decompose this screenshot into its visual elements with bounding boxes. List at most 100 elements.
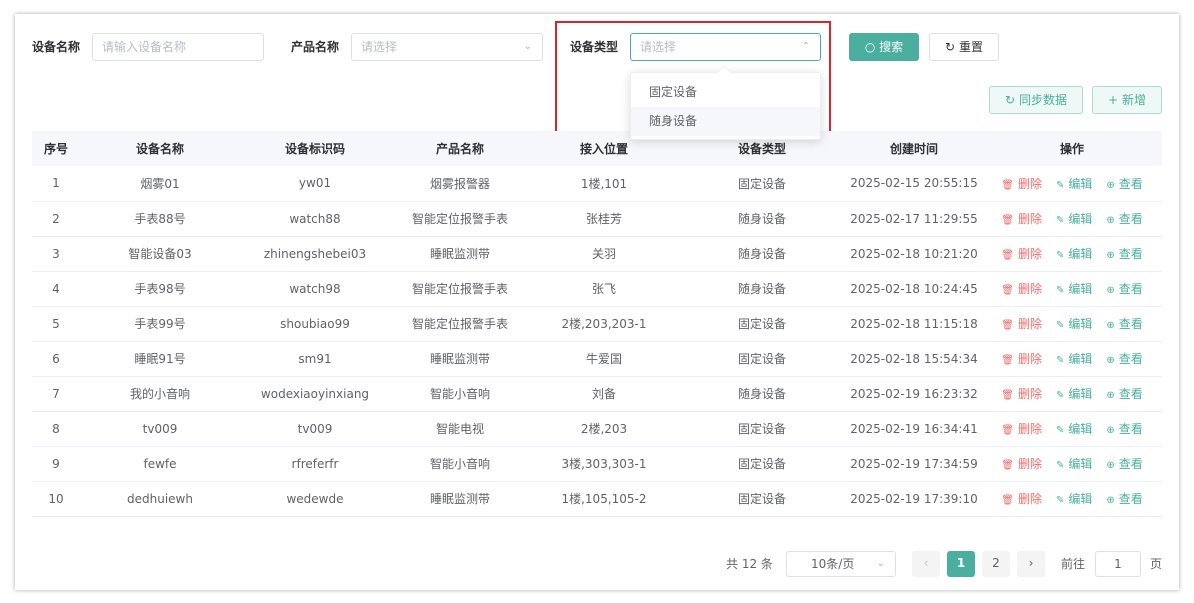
product-name-placeholder: 请选择	[361, 40, 398, 54]
view-button-label: 查看	[1118, 247, 1143, 261]
delete-button-label: 删除	[1017, 422, 1042, 436]
row-index: 6	[32, 341, 80, 377]
device-id-cell: watch98	[240, 271, 390, 307]
actions-cell: 🗑 删除 ✎ 编辑 ⊕ 查看	[982, 376, 1162, 412]
actions-cell: 🗑 删除 ✎ 编辑 ⊕ 查看	[982, 481, 1162, 517]
device-id-cell: wodexiaoyinxiang	[240, 376, 390, 412]
edit-button[interactable]: ✎ 编辑	[1056, 245, 1092, 262]
edit-icon: ✎	[1055, 215, 1065, 226]
delete-button[interactable]: 🗑 删除	[1001, 245, 1042, 262]
device-type-cell: 固定设备	[678, 341, 846, 377]
goto-page-value: 1	[1114, 557, 1122, 571]
delete-button[interactable]: 🗑 删除	[1001, 455, 1042, 472]
delete-button[interactable]: 🗑 删除	[1001, 175, 1042, 192]
goto-label: 前往	[1061, 557, 1086, 571]
delete-button-label: 删除	[1017, 247, 1042, 261]
device-type-cell: 固定设备	[678, 446, 846, 482]
reset-button[interactable]: ↻ 重置	[929, 33, 999, 61]
actions-cell: 🗑 删除 ✎ 编辑 ⊕ 查看	[982, 166, 1162, 202]
edit-button[interactable]: ✎ 编辑	[1056, 210, 1092, 227]
table-row: 3 智能设备03 zhinengshebei03 睡眠监测带 关羽 随身设备 2025-02…	[32, 236, 1162, 272]
product-name-cell: 智能小音响	[390, 446, 530, 482]
search-button[interactable]: ○ 搜索	[849, 33, 919, 61]
row-index: 1	[32, 166, 80, 202]
dropdown-option-portable[interactable]: 随身设备	[631, 107, 820, 136]
edit-button[interactable]: ✎ 编辑	[1056, 175, 1092, 192]
dropdown-option-fixed[interactable]: 固定设备	[631, 78, 820, 107]
created-time-cell: 2025-02-18 10:21:20	[846, 236, 982, 272]
chevron-up-icon: ⌃	[801, 41, 810, 52]
device-type-select[interactable]: 请选择 ⌃	[630, 33, 821, 61]
view-button[interactable]: ⊕ 查看	[1106, 385, 1142, 402]
product-name-cell: 智能电视	[390, 411, 530, 447]
row-actions: 🗑 删除 ✎ 编辑 ⊕ 查看	[982, 175, 1162, 192]
refresh-icon: ↻	[945, 40, 956, 54]
delete-button-label: 删除	[1017, 282, 1042, 296]
created-time-cell: 2025-02-19 16:23:32	[846, 376, 982, 412]
device-type-cell: 固定设备	[678, 481, 846, 517]
actions-cell: 🗑 删除 ✎ 编辑 ⊕ 查看	[982, 446, 1162, 482]
delete-button-label: 删除	[1017, 212, 1042, 226]
created-time-cell: 2025-02-18 11:15:18	[846, 306, 982, 342]
trash-icon: 🗑	[1001, 390, 1014, 401]
table-row: 7 我的小音响 wodexiaoyinxiang 智能小音响 刘备 随身设备 2025-02…	[32, 376, 1162, 412]
delete-button[interactable]: 🗑 删除	[1001, 280, 1042, 297]
view-button[interactable]: ⊕ 查看	[1106, 175, 1142, 192]
view-button[interactable]: ⊕ 查看	[1106, 350, 1142, 367]
row-index: 7	[32, 376, 80, 412]
add-button[interactable]: + 新增	[1092, 86, 1162, 114]
product-name-cell: 智能定位报警手表	[390, 201, 530, 237]
trash-icon: 🗑	[1001, 425, 1014, 436]
edit-button[interactable]: ✎ 编辑	[1056, 455, 1092, 472]
view-button-label: 查看	[1118, 282, 1143, 296]
edit-button[interactable]: ✎ 编辑	[1056, 350, 1092, 367]
page-1-button[interactable]: 1	[947, 551, 975, 577]
row-actions: 🗑 删除 ✎ 编辑 ⊕ 查看	[982, 350, 1162, 367]
location-cell: 1楼,105,105-2	[530, 481, 678, 517]
delete-button[interactable]: 🗑 删除	[1001, 420, 1042, 437]
page-2-button[interactable]: 2	[982, 551, 1010, 577]
row-actions: 🗑 删除 ✎ 编辑 ⊕ 查看	[982, 210, 1162, 227]
prev-page-button[interactable]: ‹	[912, 551, 940, 577]
device-type-cell: 随身设备	[678, 271, 846, 307]
delete-button[interactable]: 🗑 删除	[1001, 350, 1042, 367]
delete-button-label: 删除	[1017, 176, 1042, 191]
product-name-cell: 智能定位报警手表	[390, 271, 530, 307]
view-button[interactable]: ⊕ 查看	[1106, 455, 1142, 472]
product-name-select[interactable]: 请选择 ⌄	[351, 33, 543, 61]
edit-button[interactable]: ✎ 编辑	[1056, 385, 1092, 402]
delete-button[interactable]: 🗑 删除	[1001, 490, 1042, 507]
view-button[interactable]: ⊕ 查看	[1106, 490, 1142, 507]
location-cell: 张飞	[530, 271, 678, 307]
sync-button[interactable]: ↻ 同步数据	[989, 86, 1083, 114]
edit-button[interactable]: ✎ 编辑	[1056, 490, 1092, 507]
next-page-button[interactable]: ›	[1017, 551, 1045, 577]
view-button[interactable]: ⊕ 查看	[1106, 420, 1142, 437]
row-index: 9	[32, 446, 80, 482]
view-button[interactable]: ⊕ 查看	[1106, 245, 1142, 262]
table-row: 8 tv009 tv009 智能电视 2楼,203 固定设备 2025-02-19 16:3…	[32, 411, 1162, 447]
view-button[interactable]: ⊕ 查看	[1106, 210, 1142, 227]
edit-button[interactable]: ✎ 编辑	[1056, 315, 1092, 332]
delete-button[interactable]: 🗑 删除	[1001, 210, 1042, 227]
edit-button[interactable]: ✎ 编辑	[1056, 420, 1092, 437]
page-size-select[interactable]: 10条/页 ⌄	[786, 551, 896, 577]
view-button-label: 查看	[1118, 212, 1143, 226]
delete-button[interactable]: 🗑 删除	[1001, 315, 1042, 332]
edit-button[interactable]: ✎ 编辑	[1056, 280, 1092, 297]
location-cell: 1楼,101	[530, 166, 678, 202]
view-icon: ⊕	[1106, 250, 1115, 261]
view-button-label: 查看	[1118, 352, 1143, 366]
delete-button[interactable]: 🗑 删除	[1001, 385, 1042, 402]
device-name-cell: 手表98号	[80, 271, 240, 307]
row-actions: 🗑 删除 ✎ 编辑 ⊕ 查看	[982, 420, 1162, 437]
trash-icon: 🗑	[1001, 460, 1014, 471]
view-button-label: 查看	[1118, 176, 1143, 191]
view-button[interactable]: ⊕ 查看	[1106, 280, 1142, 297]
device-name-cell: 手表99号	[80, 306, 240, 342]
view-button[interactable]: ⊕ 查看	[1106, 315, 1142, 332]
product-name-cell: 睡眠监测带	[390, 481, 530, 517]
add-button-label: 新增	[1121, 93, 1146, 107]
goto-page-input[interactable]: 1	[1095, 551, 1141, 577]
device-name-input[interactable]: 请输入设备名称	[92, 33, 264, 61]
